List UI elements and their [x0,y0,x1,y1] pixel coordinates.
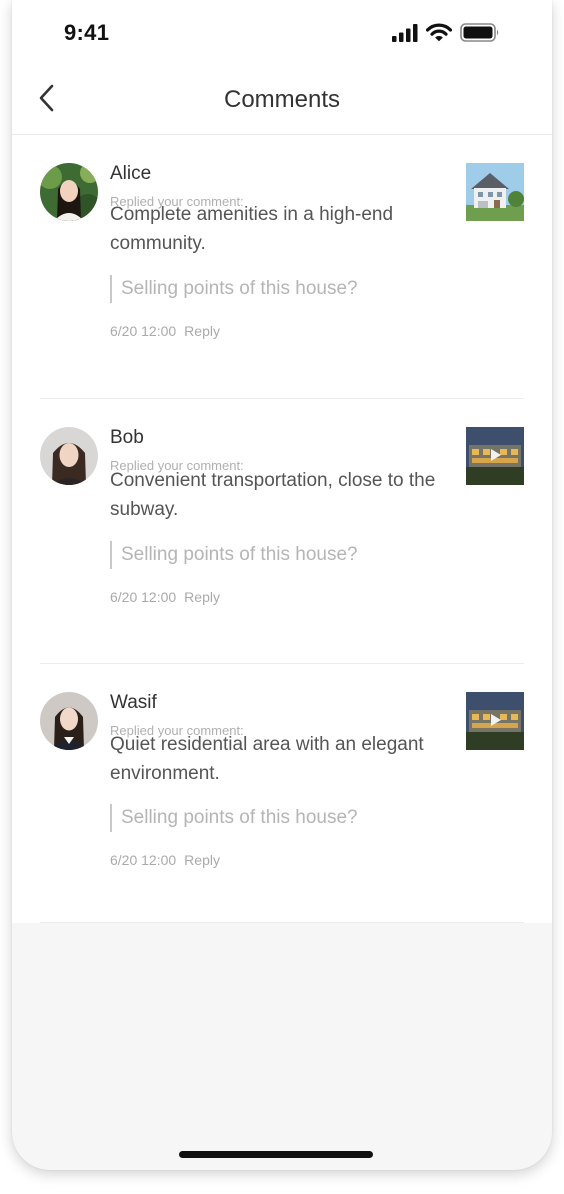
video-thumbnail[interactable] [466,692,524,750]
comment-item: Bob Replied your comment: Convenient tra… [40,399,524,664]
home-indicator[interactable] [179,1151,373,1158]
nav-bar: Comments [12,66,552,135]
comment-time: 6/20 12:00 [110,852,177,868]
reply-button[interactable]: Reply [184,323,220,339]
comment-time: 6/20 12:00 [110,589,177,605]
avatar[interactable] [40,692,98,750]
comment-text: Quiet residential area with an elegant e… [110,734,424,784]
comment-time: 6/20 12:00 [110,323,177,339]
comment-text: Convenient transportation, close to the … [110,470,436,520]
user-name[interactable]: Wasif [110,692,157,714]
comment-meta: 6/20 12:00 Reply [110,852,220,868]
reply-button[interactable]: Reply [184,852,220,868]
quoted-comment[interactable]: Selling points of this house? [110,804,358,832]
comment-item: Alice Replied your comment: Complete ame… [40,135,524,399]
reply-button[interactable]: Reply [184,589,220,605]
avatar[interactable] [40,163,98,221]
status-icons [392,23,500,47]
user-name[interactable]: Alice [110,163,151,185]
avatar[interactable] [40,427,98,485]
phone-screen: 9:41 Comments Alice Replied your comment… [12,0,552,1170]
signal-icon [392,23,418,47]
comment-list: Alice Replied your comment: Complete ame… [12,135,552,923]
comment-meta: 6/20 12:00 Reply [110,589,220,605]
battery-icon [460,23,500,47]
house-thumbnail[interactable] [466,163,524,221]
video-thumbnail[interactable] [466,427,524,485]
comment-meta: 6/20 12:00 Reply [110,323,220,339]
comment-item: Wasif Replied your comment: Quiet reside… [40,664,524,923]
comment-text: Complete amenities in a high-end communi… [110,204,394,254]
quoted-comment[interactable]: Selling points of this house? [110,275,358,303]
quoted-comment[interactable]: Selling points of this house? [110,541,358,569]
status-bar: 9:41 [12,0,552,66]
page-title: Comments [223,86,341,113]
user-name[interactable]: Bob [110,427,144,449]
top-area: 9:41 Comments [12,0,552,135]
wifi-icon [425,23,453,47]
status-time: 9:41 [64,20,110,45]
